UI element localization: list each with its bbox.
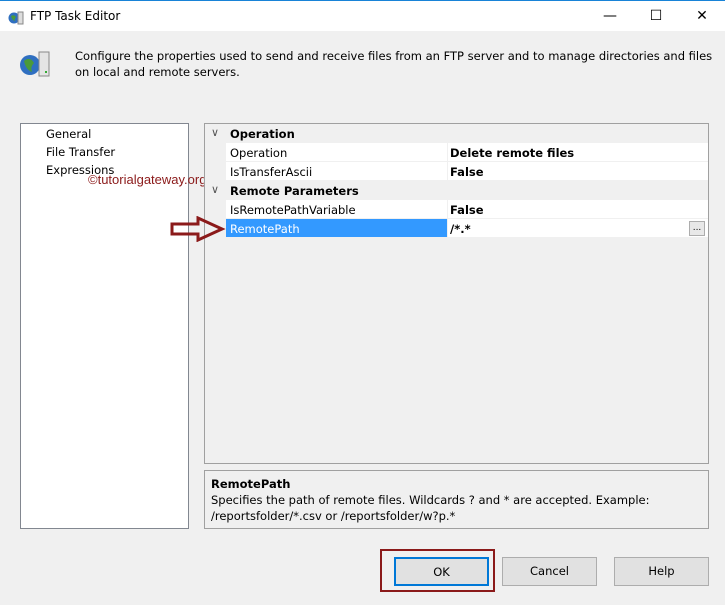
- property-value[interactable]: False: [447, 200, 708, 218]
- header-description: Configure the properties used to send an…: [75, 49, 713, 79]
- help-panel: RemotePath Specifies the path of remote …: [204, 470, 709, 529]
- category-label: Remote Parameters: [230, 184, 359, 198]
- property-name: Operation: [226, 143, 447, 161]
- remote-path-value: /*.*: [450, 222, 471, 236]
- close-button[interactable]: ✕: [679, 1, 725, 31]
- remote-path-input[interactable]: /*.*...: [447, 219, 708, 237]
- browse-ellipsis-button[interactable]: ...: [689, 221, 705, 236]
- help-text: Specifies the path of remote files. Wild…: [211, 493, 650, 523]
- title-bar: FTP Task Editor — ☐ ✕: [0, 0, 725, 31]
- category-operation[interactable]: ∨ Operation: [205, 124, 708, 143]
- category-remote-parameters[interactable]: ∨ Remote Parameters: [205, 181, 708, 200]
- watermark: ©tutorialgateway.org: [88, 172, 207, 187]
- nav-item-file-transfer[interactable]: File Transfer: [46, 145, 115, 159]
- annotation-arrow-icon: [170, 216, 226, 242]
- property-value[interactable]: Delete remote files: [447, 143, 708, 161]
- property-grid: ∨ Operation Operation Delete remote files …: [204, 123, 709, 464]
- help-title: RemotePath: [211, 477, 291, 491]
- property-name: IsRemotePathVariable: [226, 200, 447, 218]
- ftp-app-icon: [8, 11, 24, 25]
- property-name: RemotePath: [226, 219, 447, 237]
- window-title: FTP Task Editor: [30, 9, 121, 23]
- minimize-button[interactable]: —: [587, 1, 633, 31]
- property-row[interactable]: IsTransferAscii False: [205, 162, 708, 181]
- category-label: Operation: [230, 127, 295, 141]
- ftp-globe-server-icon: [20, 51, 50, 77]
- help-button[interactable]: Help: [614, 557, 709, 586]
- cancel-button[interactable]: Cancel: [502, 557, 597, 586]
- maximize-button[interactable]: ☐: [633, 1, 679, 31]
- chevron-down-icon[interactable]: ∨: [211, 183, 219, 196]
- property-name: IsTransferAscii: [226, 162, 447, 180]
- property-row-selected[interactable]: RemotePath/*.*...: [205, 219, 708, 238]
- property-row[interactable]: Operation Delete remote files: [205, 143, 708, 162]
- ok-button[interactable]: OK: [394, 557, 489, 586]
- property-value[interactable]: False: [447, 162, 708, 180]
- property-row[interactable]: IsRemotePathVariable False: [205, 200, 708, 219]
- chevron-down-icon[interactable]: ∨: [211, 126, 219, 139]
- nav-item-general[interactable]: General: [46, 127, 91, 141]
